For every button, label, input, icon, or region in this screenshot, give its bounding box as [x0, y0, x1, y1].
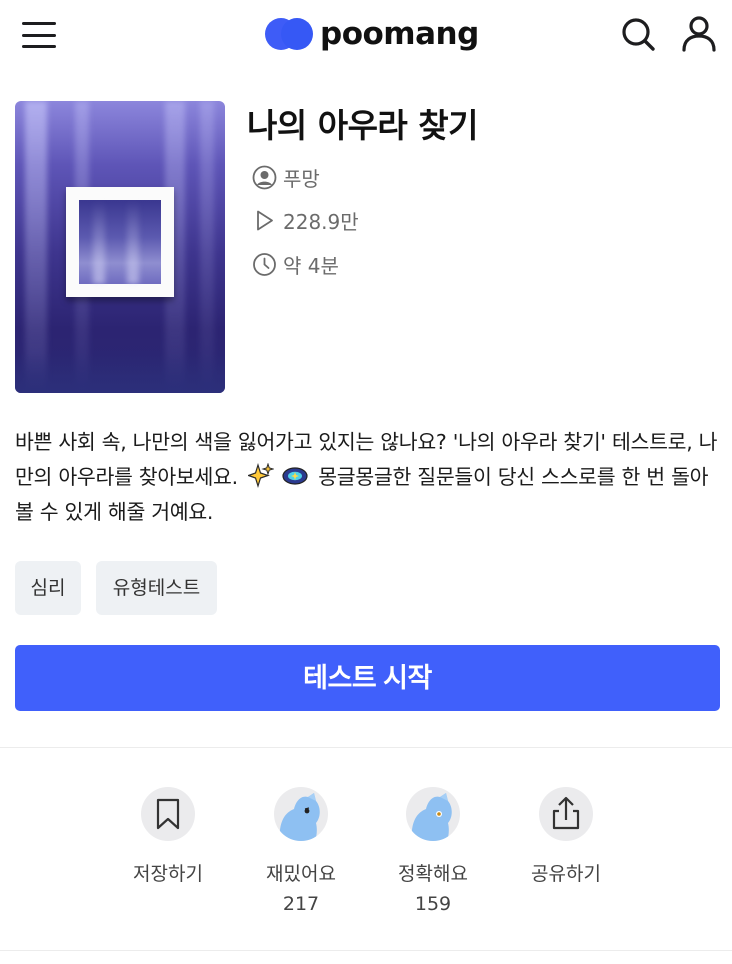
poomang-logo-mark [265, 18, 313, 50]
author-row: 푸망 [252, 164, 320, 191]
tag-list: 심리 유형테스트 [15, 561, 232, 615]
share-icon [552, 796, 580, 830]
mascot-fun-icon [279, 793, 320, 841]
test-title: 나의 아우라 찾기 [247, 106, 479, 145]
author-avatar-icon [252, 165, 277, 189]
accurate-count: 159 [414, 893, 452, 915]
share-label: 공유하기 [531, 863, 601, 885]
divider [0, 950, 732, 951]
accurate-label: 정확해요 [398, 863, 468, 885]
galaxy-emoji-icon [282, 467, 308, 485]
play-icon [257, 210, 273, 230]
test-thumbnail [15, 101, 225, 393]
fun-count: 217 [282, 893, 320, 915]
picture-frame-illustration [66, 187, 174, 297]
duration-row: 약 4분 [252, 251, 339, 278]
fun-label: 재밌어요 [266, 863, 336, 885]
fun-reaction-button[interactable]: 재밌어요 217 [246, 787, 356, 921]
test-description: 바쁜 사회 속, 나만의 색을 잃어가고 있지는 않나요? '나의 아우라 찾기… [15, 430, 718, 524]
tag-type-test[interactable]: 유형테스트 [96, 561, 217, 615]
hamburger-menu-icon[interactable] [22, 22, 56, 48]
plays-row: 228.9만 [252, 207, 359, 234]
bookmark-icon [156, 798, 180, 830]
sparkles-emoji-icon [248, 463, 275, 489]
search-icon[interactable] [620, 16, 656, 52]
header: poomang [0, 0, 732, 68]
accurate-reaction-button[interactable]: 정확해요 159 [378, 787, 488, 921]
save-button[interactable]: 저장하기 [113, 787, 223, 887]
divider [0, 747, 732, 748]
start-test-button[interactable]: 테스트 시작 [15, 645, 720, 711]
author-name: 푸망 [283, 166, 320, 191]
duration-text: 약 4분 [283, 253, 339, 278]
brand-name: poomang [320, 16, 479, 52]
clock-icon [253, 252, 276, 276]
user-profile-icon[interactable] [681, 15, 717, 53]
save-label: 저장하기 [133, 863, 203, 885]
share-button[interactable]: 공유하기 [511, 787, 621, 887]
play-count: 228.9만 [283, 209, 359, 234]
tag-psychology[interactable]: 심리 [15, 561, 81, 615]
mascot-accurate-icon [411, 793, 452, 841]
poomang-logo[interactable]: poomang [265, 14, 479, 54]
